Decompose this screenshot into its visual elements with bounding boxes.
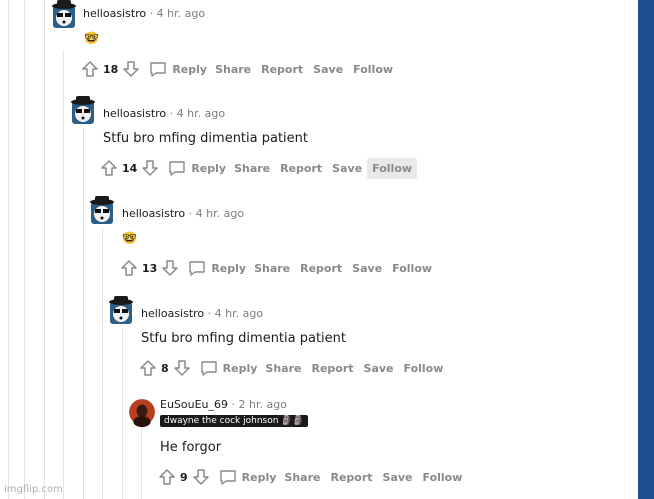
comment-meta: helloasistro · 4 hr. ago: [103, 107, 225, 120]
follow-button[interactable]: Follow: [399, 358, 449, 379]
report-button[interactable]: Report: [275, 158, 327, 179]
comment-icon: [219, 470, 236, 485]
upvote-icon[interactable]: [100, 159, 118, 177]
user-flair: dwayne the cock johnson 🗿🗿: [160, 415, 308, 427]
timestamp[interactable]: 4 hr. ago: [177, 107, 225, 120]
share-button[interactable]: Share: [260, 358, 306, 379]
comment-meta: helloasistro · 4 hr. ago: [122, 207, 244, 220]
upvote-icon[interactable]: [81, 60, 99, 78]
follow-button[interactable]: Follow: [367, 157, 418, 179]
upvote-icon[interactable]: [139, 359, 157, 377]
thread-line[interactable]: [24, 0, 25, 499]
vote-score: 18: [103, 62, 119, 76]
scrollbar-edge: [638, 0, 654, 499]
reply-button[interactable]: Reply: [185, 256, 249, 280]
thread-line[interactable]: [102, 228, 103, 499]
report-button[interactable]: Report: [306, 358, 358, 379]
user-avatar[interactable]: [128, 396, 156, 428]
vote-score: 8: [161, 361, 169, 375]
follow-button[interactable]: Follow: [418, 467, 468, 488]
panda-avatar-icon[interactable]: [69, 94, 97, 126]
comment-meta: helloasistro · 4 hr. ago: [141, 307, 263, 320]
thread-line[interactable]: [8, 0, 9, 499]
reply-label: Reply: [222, 361, 258, 375]
username[interactable]: EuSouEu_69: [160, 398, 228, 411]
report-button[interactable]: Report: [325, 467, 377, 488]
save-button[interactable]: Save: [359, 358, 399, 379]
comment-icon: [150, 62, 167, 77]
comment-actions: 14 Reply Share Report Save Follow: [100, 154, 418, 182]
comment-icon: [169, 161, 186, 176]
comment-text: He forgor: [160, 440, 222, 455]
save-button[interactable]: Save: [378, 467, 418, 488]
separator: ·: [149, 7, 154, 20]
upvote-icon[interactable]: [120, 259, 138, 277]
downvote-icon[interactable]: [173, 359, 191, 377]
share-button[interactable]: Share: [229, 158, 275, 179]
vote-score: 14: [122, 161, 138, 175]
timestamp[interactable]: 4 hr. ago: [215, 307, 263, 320]
nerd-emoji: 🤓: [84, 31, 99, 45]
share-button[interactable]: Share: [249, 258, 295, 279]
separator: ·: [231, 398, 236, 411]
downvote-icon[interactable]: [122, 60, 140, 78]
username[interactable]: helloasistro: [122, 207, 185, 220]
reply-button[interactable]: Reply: [146, 57, 210, 81]
thread-line[interactable]: [63, 50, 64, 499]
separator: ·: [169, 107, 174, 120]
nerd-emoji: 🤓: [122, 231, 137, 245]
reply-label: Reply: [172, 62, 208, 76]
separator: ·: [207, 307, 212, 320]
vote-score: 13: [142, 261, 158, 275]
comment-icon: [189, 261, 206, 276]
downvote-icon[interactable]: [141, 159, 159, 177]
follow-button[interactable]: Follow: [348, 59, 398, 80]
thread-line[interactable]: [44, 0, 45, 499]
timestamp[interactable]: 4 hr. ago: [196, 207, 244, 220]
upvote-icon[interactable]: [158, 468, 176, 486]
comment-actions: 13 Reply Share Report Save Follow: [120, 254, 437, 282]
reply-label: Reply: [191, 161, 227, 175]
username[interactable]: helloasistro: [141, 307, 204, 320]
save-button[interactable]: Save: [308, 59, 348, 80]
separator: ·: [188, 207, 193, 220]
username[interactable]: helloasistro: [103, 107, 166, 120]
comment-meta: helloasistro · 4 hr. ago: [83, 7, 205, 20]
share-button[interactable]: Share: [279, 467, 325, 488]
share-button[interactable]: Share: [210, 59, 256, 80]
timestamp[interactable]: 2 hr. ago: [239, 398, 287, 411]
panda-avatar-icon[interactable]: [107, 294, 135, 326]
save-button[interactable]: Save: [347, 258, 387, 279]
thread-line[interactable]: [122, 328, 123, 499]
downvote-icon[interactable]: [161, 259, 179, 277]
watermark: imgflip.com: [4, 484, 63, 495]
thread-line[interactable]: [83, 128, 84, 499]
comment-text: Stfu bro mfing dimentia patient: [103, 131, 309, 146]
timestamp[interactable]: 4 hr. ago: [157, 7, 205, 20]
comment-text: Stfu bro mfing dimentia patient: [141, 331, 347, 346]
reply-button[interactable]: Reply: [216, 465, 280, 489]
comment-actions: 8 Reply Share Report Save Follow: [139, 354, 448, 382]
comment-icon: [200, 361, 217, 376]
downvote-icon[interactable]: [192, 468, 210, 486]
comment-meta: EuSouEu_69 · 2 hr. ago: [160, 398, 287, 411]
panda-avatar-icon[interactable]: [50, 0, 78, 30]
follow-button[interactable]: Follow: [387, 258, 437, 279]
report-button[interactable]: Report: [295, 258, 347, 279]
reply-label: Reply: [211, 261, 247, 275]
reply-button[interactable]: Reply: [197, 356, 261, 380]
reply-button[interactable]: Reply: [165, 156, 229, 180]
report-button[interactable]: Report: [256, 59, 308, 80]
username[interactable]: helloasistro: [83, 7, 146, 20]
panda-avatar-icon[interactable]: [88, 194, 116, 226]
reply-label: Reply: [241, 470, 277, 484]
thread-line[interactable]: [141, 428, 142, 499]
vote-score: 9: [180, 470, 188, 484]
comment-actions: 9 Reply Share Report Save Follow: [158, 463, 467, 491]
save-button[interactable]: Save: [327, 158, 367, 179]
comment-actions: 18 Reply Share Report Save Follow: [81, 55, 398, 83]
